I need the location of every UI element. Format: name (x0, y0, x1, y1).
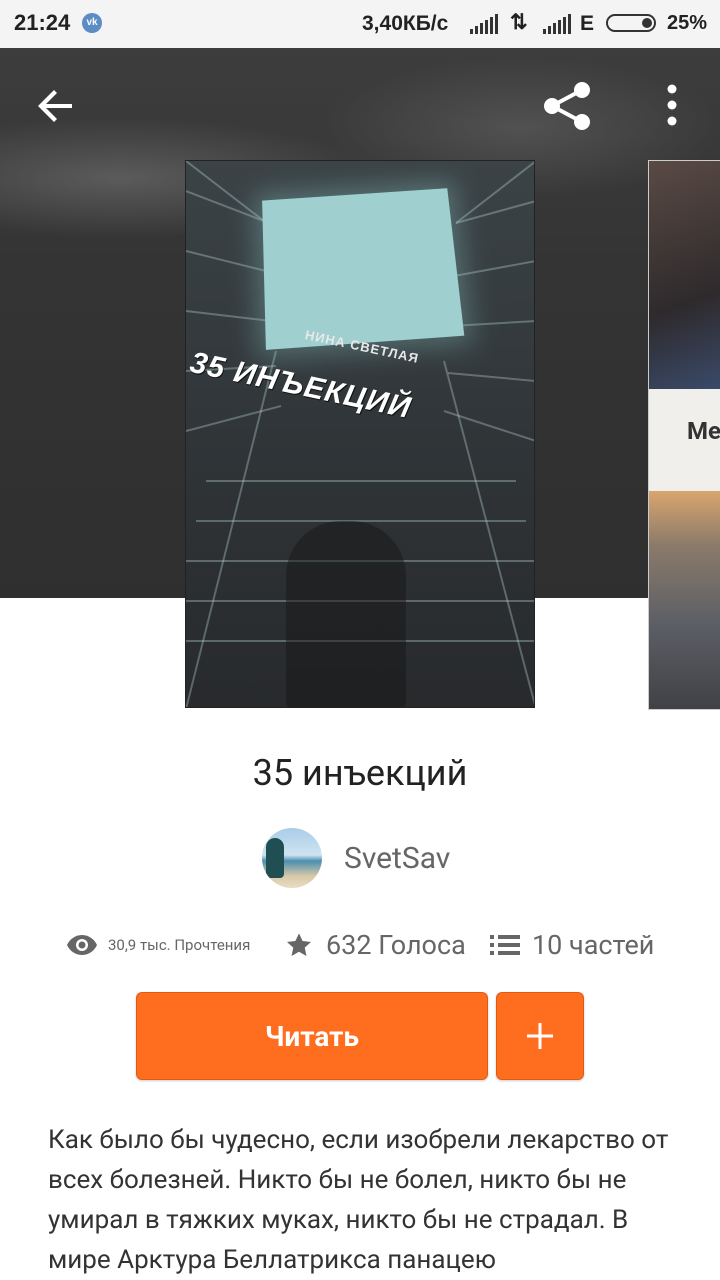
status-bar: 21:24 vk 3,40КБ/с ⇅ E 25% (0, 0, 720, 48)
back-button[interactable] (32, 82, 80, 130)
data-transfer-icon: ⇅ (510, 11, 528, 34)
add-to-library-button[interactable] (496, 992, 584, 1080)
story-stats: 30,9 тыс. Прочтения 632 Голоса 10 частей (0, 920, 720, 970)
network-type: E (580, 12, 595, 35)
list-icon (490, 935, 520, 955)
parts-stat: 10 частей (490, 920, 654, 970)
story-description: Как было бы чудесно, если изобрели лекар… (48, 1125, 669, 1275)
vk-icon: vk (82, 13, 102, 33)
battery-icon (606, 14, 656, 32)
read-button[interactable]: Читать (136, 992, 488, 1080)
reads-stat: 30,9 тыс. Прочтения (66, 920, 250, 970)
votes-stat: 632 Голоса (284, 920, 466, 970)
cover-figure (286, 521, 406, 707)
star-icon (286, 933, 312, 956)
story-cover[interactable]: НИНА СВЕТЛАЯ 35 ИНЪЕКЦИЙ (185, 160, 535, 708)
plus-icon (527, 1023, 553, 1049)
author-link[interactable]: SvetSav (262, 828, 450, 888)
share-button[interactable] (540, 78, 596, 134)
eye-icon (67, 935, 97, 955)
battery-percent: 25% (667, 12, 708, 34)
more-options-button[interactable] (652, 80, 692, 130)
status-time: 21:24 (14, 10, 71, 35)
next-cover-photo (649, 161, 720, 389)
more-vertical-icon (667, 84, 677, 126)
parts-count: 10 частей (532, 929, 655, 961)
votes-count: 632 Голоса (326, 929, 466, 961)
cover-skylight (262, 188, 465, 350)
reads-count: 30,9 тыс. Прочтения (108, 936, 251, 954)
author-name: SvetSav (344, 840, 451, 876)
arrow-left-icon (38, 90, 72, 122)
next-cover-city (649, 491, 720, 709)
signal-icon-2 (543, 14, 573, 34)
next-cover-text: Ме (687, 417, 720, 445)
signal-icon (470, 14, 500, 34)
next-story-cover[interactable]: Ме (648, 160, 720, 710)
story-title: 35 инъекций (252, 752, 468, 794)
avatar (262, 828, 322, 888)
status-network-speed: 3,40КБ/с (362, 12, 449, 35)
share-icon (544, 82, 590, 130)
